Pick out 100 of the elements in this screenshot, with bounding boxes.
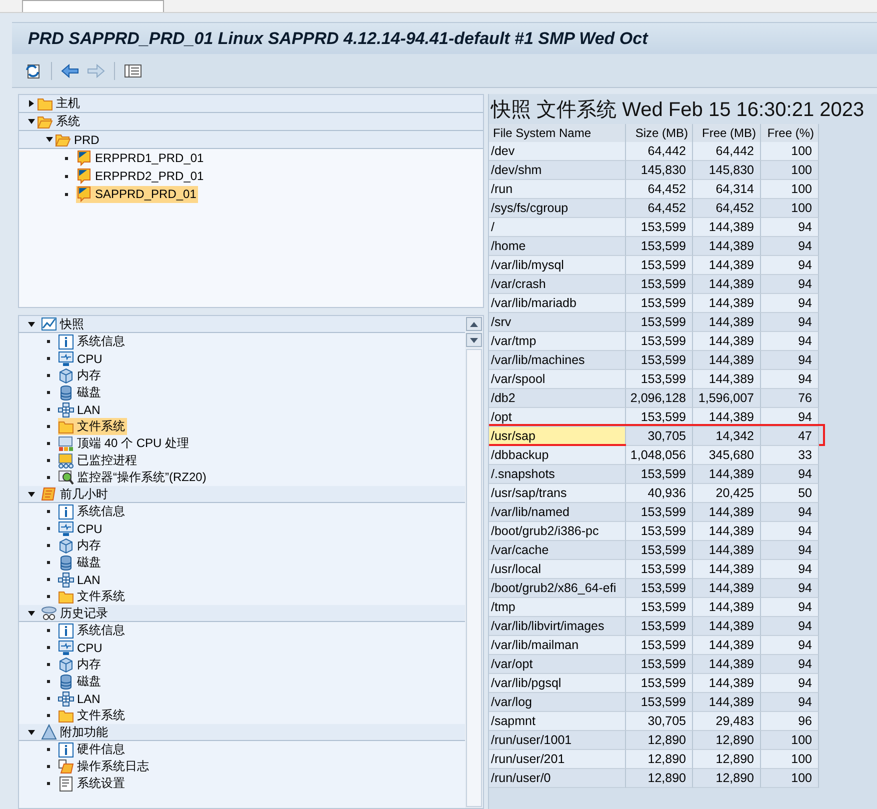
- table-cell: 144,389: [693, 465, 761, 484]
- tree-item[interactable]: 顶端 40 个 CPU 处理: [58, 435, 192, 452]
- tree-item[interactable]: 已监控进程: [58, 452, 139, 469]
- column-header[interactable]: Free (%): [761, 124, 819, 142]
- tree-item[interactable]: 主机: [37, 95, 82, 112]
- tree-item[interactable]: 监控器“操作系统”(RZ20): [58, 469, 208, 486]
- table-cell: 153,599: [626, 275, 693, 294]
- tree-item[interactable]: 内存: [58, 537, 103, 554]
- scroll-up-button[interactable]: [466, 317, 482, 331]
- tree-item[interactable]: 系统: [37, 113, 82, 130]
- table-cell: /: [489, 218, 626, 237]
- arrow-left-icon: [61, 64, 79, 78]
- table-cell: 94: [761, 579, 819, 598]
- tree-item[interactable]: LAN: [58, 401, 102, 418]
- table-cell: 153,599: [626, 465, 693, 484]
- info-icon: [58, 742, 74, 758]
- tree-item[interactable]: 历史记录: [41, 604, 110, 622]
- tree-item[interactable]: 硬件信息: [58, 741, 127, 758]
- table-cell: 153,599: [626, 522, 693, 541]
- column-header[interactable]: File System Name: [489, 124, 626, 142]
- tree-item[interactable]: 系统信息: [58, 622, 127, 639]
- tree-item[interactable]: 系统信息: [58, 333, 127, 350]
- table-cell: 153,599: [626, 218, 693, 237]
- table-cell: 100: [761, 161, 819, 180]
- table-cell: 100: [761, 750, 819, 769]
- table-cell: 30,705: [626, 712, 693, 731]
- tree-item[interactable]: ERPPRD2_PRD_01: [76, 168, 206, 184]
- table-cell: 64,314: [693, 180, 761, 199]
- scroll-icon: [41, 486, 57, 502]
- caret-icon[interactable]: [28, 490, 34, 498]
- table-cell: 2,096,128: [626, 389, 693, 408]
- table-cell: /sys/fs/cgroup: [489, 199, 626, 218]
- tree-item[interactable]: SAPPRD_PRD_01: [76, 186, 198, 202]
- column-header[interactable]: Size (MB): [626, 124, 693, 142]
- caret-icon[interactable]: [46, 136, 52, 143]
- tree-item[interactable]: 前几小时: [41, 486, 110, 502]
- table-cell: 144,389: [693, 218, 761, 237]
- table-cell: 94: [761, 465, 819, 484]
- table-cell: /var/spool: [489, 370, 626, 389]
- tree-item[interactable]: 文件系统: [58, 707, 127, 724]
- table-cell: 345,680: [693, 446, 761, 465]
- table-cell: /sapmnt: [489, 712, 626, 731]
- caret-icon[interactable]: [28, 320, 34, 328]
- caret-icon[interactable]: [28, 118, 34, 125]
- tree-item[interactable]: 快照: [41, 316, 86, 332]
- tree-item[interactable]: 系统设置: [58, 775, 127, 792]
- glasses-icon: [41, 605, 57, 621]
- tree-item[interactable]: 操作系统日志: [58, 758, 151, 775]
- caret-icon[interactable]: [28, 100, 34, 107]
- tree-item[interactable]: ERPPRD1_PRD_01: [76, 150, 206, 166]
- caret-icon[interactable]: [28, 610, 34, 616]
- system-icon: [76, 186, 92, 202]
- database-icon: [58, 384, 74, 400]
- column-header[interactable]: Free (MB): [693, 124, 761, 142]
- table-cell: 100: [761, 769, 819, 788]
- tree-item[interactable]: LAN: [58, 690, 102, 707]
- tree-item[interactable]: CPU: [58, 350, 104, 367]
- table-cell: 145,830: [693, 161, 761, 180]
- table-cell: 153,599: [626, 351, 693, 370]
- table-cell: 94: [761, 370, 819, 389]
- tree-item[interactable]: 磁盘: [58, 384, 103, 401]
- table-cell: 47: [761, 427, 819, 446]
- table-cell: 153,599: [626, 598, 693, 617]
- table-cell: 153,599: [626, 636, 693, 655]
- tree-item[interactable]: 磁盘: [58, 673, 103, 690]
- table-cell: 76: [761, 389, 819, 408]
- tree-item[interactable]: 文件系统: [58, 588, 127, 605]
- processes-icon: [58, 436, 74, 452]
- tree-item[interactable]: PRD: [55, 131, 102, 148]
- table-cell: 12,890: [693, 731, 761, 750]
- tree-item[interactable]: 磁盘: [58, 554, 103, 571]
- table-cell: 33: [761, 446, 819, 465]
- table-cell: 94: [761, 522, 819, 541]
- table-cell: 153,599: [626, 579, 693, 598]
- tree-item[interactable]: 附加功能: [41, 724, 110, 740]
- table-cell: 30,705: [626, 427, 693, 446]
- caret-icon[interactable]: [28, 728, 34, 736]
- tree-item[interactable]: 内存: [58, 367, 103, 384]
- table-cell: 14,342: [693, 427, 761, 446]
- table-cell: 153,599: [626, 256, 693, 275]
- tree-item[interactable]: 系统信息: [58, 503, 127, 520]
- table-cell: 100: [761, 142, 819, 161]
- tree-item[interactable]: CPU: [58, 639, 104, 656]
- table-cell: /var/lib/mailman: [489, 636, 626, 655]
- table-cell: 144,389: [693, 256, 761, 275]
- scroll-down-button[interactable]: [466, 333, 482, 347]
- table-cell: 94: [761, 256, 819, 275]
- table-cell: 144,389: [693, 617, 761, 636]
- table-cell: 94: [761, 636, 819, 655]
- tree-item[interactable]: CPU: [58, 520, 104, 537]
- list-icon: [124, 64, 142, 78]
- table-cell: 144,389: [693, 655, 761, 674]
- table-cell: 64,452: [626, 180, 693, 199]
- table-cell: 144,389: [693, 370, 761, 389]
- table-cell: /dbbackup: [489, 446, 626, 465]
- table-cell: /boot/grub2/x86_64-efi: [489, 579, 626, 598]
- table-cell: 145,830: [626, 161, 693, 180]
- tree-item[interactable]: LAN: [58, 571, 102, 588]
- tree-item[interactable]: 内存: [58, 656, 103, 673]
- tree-item[interactable]: 文件系统: [58, 418, 127, 435]
